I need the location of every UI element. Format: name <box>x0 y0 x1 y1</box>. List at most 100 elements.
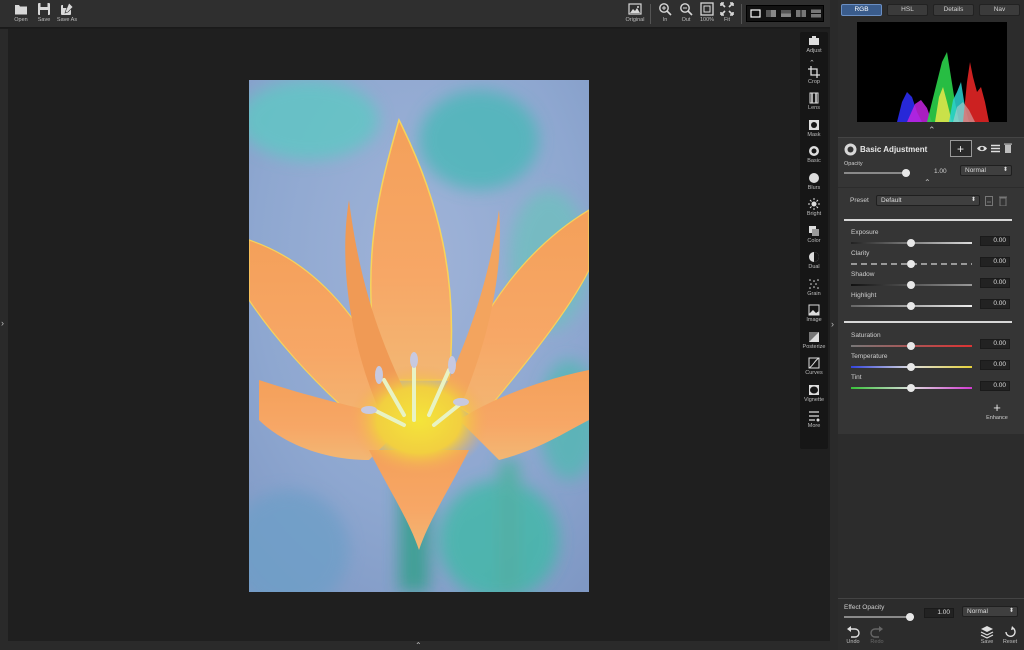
split-horizontal-icon[interactable] <box>780 8 792 19</box>
highlight-value[interactable]: 0.00 <box>980 299 1010 309</box>
original-button[interactable]: Original <box>624 2 646 23</box>
tab-rgb[interactable]: RGB <box>841 4 882 16</box>
tool-vignette[interactable]: Vignette <box>800 384 828 403</box>
save-as-button[interactable]: Save As <box>56 2 78 23</box>
side-by-side-icon[interactable] <box>795 8 807 19</box>
preset-select[interactable]: Default ⬍ <box>876 195 980 206</box>
add-layer-button[interactable]: + <box>950 140 972 157</box>
tool-more[interactable]: More <box>800 410 828 429</box>
tool-label: Blurs <box>807 184 821 191</box>
redo-button[interactable]: Redo <box>866 625 888 645</box>
open-button[interactable]: Open <box>10 2 32 23</box>
photo-preview[interactable] <box>249 80 589 592</box>
tool-label: Crop <box>808 78 820 85</box>
chevron-up-icon[interactable]: ⌃ <box>928 126 936 135</box>
save-icon <box>38 3 50 15</box>
shadow-value[interactable]: 0.00 <box>980 278 1010 288</box>
select-arrows-icon: ⬍ <box>1008 608 1014 614</box>
effect-opacity-slider[interactable] <box>844 612 914 622</box>
tool-blurs[interactable]: Blurs <box>800 172 828 191</box>
reset-icon <box>1005 626 1016 638</box>
tool-basic[interactable]: Basic <box>800 145 828 164</box>
tint-value[interactable]: 0.00 <box>980 381 1010 391</box>
left-panel-toggle[interactable]: › <box>0 29 8 650</box>
exposure-label: Exposure <box>851 229 879 236</box>
zoom-in-button[interactable]: In <box>654 2 676 23</box>
tool-label: Adjust <box>806 48 822 54</box>
slider-knob[interactable] <box>907 363 915 371</box>
save-button[interactable]: Save <box>33 2 55 23</box>
plus-icon: + <box>957 142 965 156</box>
tab-nav[interactable]: Nav <box>979 4 1020 16</box>
clarity-value[interactable]: 0.00 <box>980 257 1010 267</box>
exposure-value[interactable]: 0.00 <box>980 236 1010 246</box>
slider-knob[interactable] <box>907 302 915 310</box>
slider-knob[interactable] <box>907 239 915 247</box>
divider <box>844 219 1012 221</box>
tool-curves[interactable]: Curves <box>800 357 828 376</box>
zoom-out-button[interactable]: Out <box>675 2 697 23</box>
saturation-slider[interactable] <box>851 341 972 351</box>
reset-button[interactable]: Reset <box>999 625 1021 645</box>
chevron-up-icon[interactable]: ⌃ <box>924 178 931 187</box>
blend-mode-select[interactable]: Normal ⬍ <box>960 165 1012 176</box>
stacked-view-icon[interactable] <box>810 8 822 19</box>
slider-knob[interactable] <box>907 281 915 289</box>
tool-color[interactable]: Color <box>800 225 828 244</box>
undo-button[interactable]: Undo <box>842 625 864 645</box>
slider-knob[interactable] <box>907 260 915 268</box>
opacity-slider[interactable] <box>844 168 910 178</box>
temperature-value[interactable]: 0.00 <box>980 360 1010 370</box>
tab-hsl[interactable]: HSL <box>887 4 928 16</box>
tool-dual[interactable]: Dual <box>800 251 828 270</box>
delete-preset-icon[interactable] <box>999 196 1007 206</box>
image-icon <box>628 3 642 15</box>
tool-lens[interactable]: Lens <box>800 92 828 111</box>
slider-knob[interactable] <box>906 613 914 621</box>
save-as-icon <box>61 2 74 15</box>
effect-blend-mode-select[interactable]: Normal ⬍ <box>962 606 1018 617</box>
tool-bright[interactable]: Bright <box>800 198 828 217</box>
tool-mask[interactable]: Mask <box>800 119 828 138</box>
tool-posterize[interactable]: Posterize <box>800 331 828 350</box>
effect-opacity-value[interactable]: 1.00 <box>924 608 954 618</box>
chevron-right-icon: › <box>1 318 4 328</box>
shadow-slider[interactable] <box>851 280 972 290</box>
adjustment-header: Basic Adjustment + Opacity 1.00 Normal ⬍ … <box>838 137 1024 187</box>
exposure-slider[interactable] <box>851 238 972 248</box>
save-preset-icon[interactable] <box>985 196 993 206</box>
trash-icon[interactable] <box>1004 143 1012 153</box>
enhance-button[interactable]: + Enhance <box>986 401 1008 421</box>
zoom-100-button[interactable]: 100% <box>696 2 718 23</box>
saturation-label: Saturation <box>851 332 881 339</box>
tint-slider[interactable] <box>851 383 972 393</box>
temperature-slider[interactable] <box>851 362 972 372</box>
top-toolbar: Open Save Save As Original In Out 100% F… <box>0 0 838 28</box>
split-view-icon[interactable] <box>765 8 777 19</box>
tool-crop[interactable]: Crop <box>800 65 828 85</box>
slider-knob[interactable] <box>907 342 915 350</box>
tool-image[interactable]: Image <box>800 304 828 323</box>
opacity-value[interactable]: 1.00 <box>934 168 947 175</box>
save-effect-button[interactable]: Save <box>976 625 998 645</box>
slider-knob[interactable] <box>902 169 910 177</box>
clarity-slider[interactable] <box>851 259 972 269</box>
single-view-icon[interactable] <box>750 8 761 19</box>
menu-icon[interactable] <box>991 144 1000 153</box>
bottom-panel-toggle[interactable]: ⌃ <box>8 641 830 650</box>
eye-icon[interactable] <box>976 144 988 153</box>
curves-icon <box>808 357 820 369</box>
zoom-fit-button[interactable]: Fit <box>716 2 738 23</box>
tab-details[interactable]: Details <box>933 4 974 16</box>
tool-adjust[interactable]: Adjust <box>800 35 828 54</box>
tool-label: More <box>807 423 821 429</box>
right-panel-toggle[interactable]: › <box>830 0 838 650</box>
slider-knob[interactable] <box>907 384 915 392</box>
highlight-slider[interactable] <box>851 301 972 311</box>
toolbar-divider <box>650 4 651 24</box>
tool-grain[interactable]: Grain <box>800 278 828 297</box>
saturation-value[interactable]: 0.00 <box>980 339 1010 349</box>
adjustment-settings: Preset Default ⬍ Exposure 0.00 Clarity 0.00 S… <box>838 188 1024 434</box>
redo-icon <box>870 626 883 638</box>
dual-icon <box>809 252 819 262</box>
